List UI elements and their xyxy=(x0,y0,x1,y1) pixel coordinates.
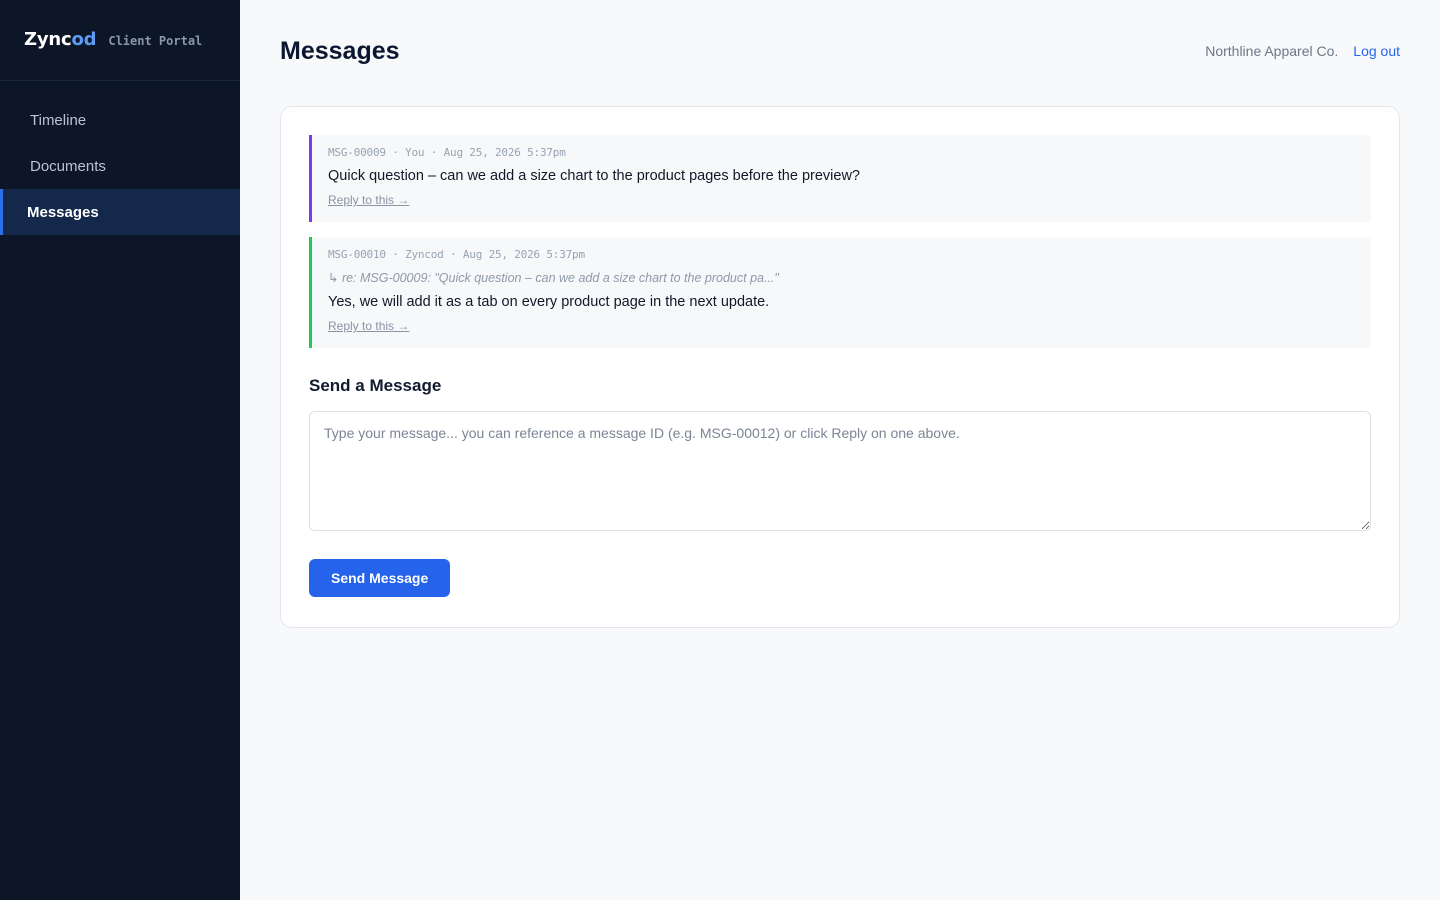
messages-card: MSG-00009 · You · Aug 25, 2026 5:37pm Qu… xyxy=(280,106,1400,628)
brand-name-main: Zync xyxy=(24,28,72,50)
send-message-button[interactable]: Send Message xyxy=(309,559,451,597)
message-input[interactable] xyxy=(309,411,1371,531)
message-meta: MSG-00009 · You · Aug 25, 2026 5:37pm xyxy=(328,146,566,159)
brand-subtitle: Client Portal xyxy=(108,34,203,48)
sidebar-nav: Timeline Documents Messages xyxy=(0,81,240,235)
brand-logo[interactable]: Zyncod xyxy=(24,28,97,50)
message-body: Quick question – can we add a size chart… xyxy=(328,168,860,184)
page-title: Messages xyxy=(280,36,400,65)
main-content: Messages Northline Apparel Co. Log out M… xyxy=(240,0,1440,900)
sidebar-item-documents[interactable]: Documents xyxy=(0,143,240,189)
message-body: Yes, we will add it as a tab on every pr… xyxy=(328,294,770,310)
compose-title: Send a Message xyxy=(309,376,442,395)
company-name: Northline Apparel Co. xyxy=(1205,43,1339,59)
page-header: Messages Northline Apparel Co. Log out xyxy=(280,0,1400,106)
message-quote: ↳ re: MSG-00009: "Quick question – can w… xyxy=(328,271,779,285)
account-area: Northline Apparel Co. Log out xyxy=(1205,43,1400,59)
reply-link[interactable]: Reply to this → xyxy=(328,193,409,207)
sidebar-item-messages[interactable]: Messages xyxy=(0,189,240,235)
sidebar: Zyncod Client Portal Timeline Documents … xyxy=(0,0,240,900)
message-item: MSG-00009 · You · Aug 25, 2026 5:37pm Qu… xyxy=(309,135,1371,222)
message-item: MSG-00010 · Zyncod · Aug 25, 2026 5:37pm… xyxy=(309,237,1371,348)
logout-link[interactable]: Log out xyxy=(1353,43,1400,59)
brand: Zyncod Client Portal xyxy=(0,0,240,81)
brand-name-accent: od xyxy=(71,28,97,50)
sidebar-item-timeline[interactable]: Timeline xyxy=(0,97,240,143)
message-meta: MSG-00010 · Zyncod · Aug 25, 2026 5:37pm xyxy=(328,248,585,261)
reply-link[interactable]: Reply to this → xyxy=(328,319,409,333)
